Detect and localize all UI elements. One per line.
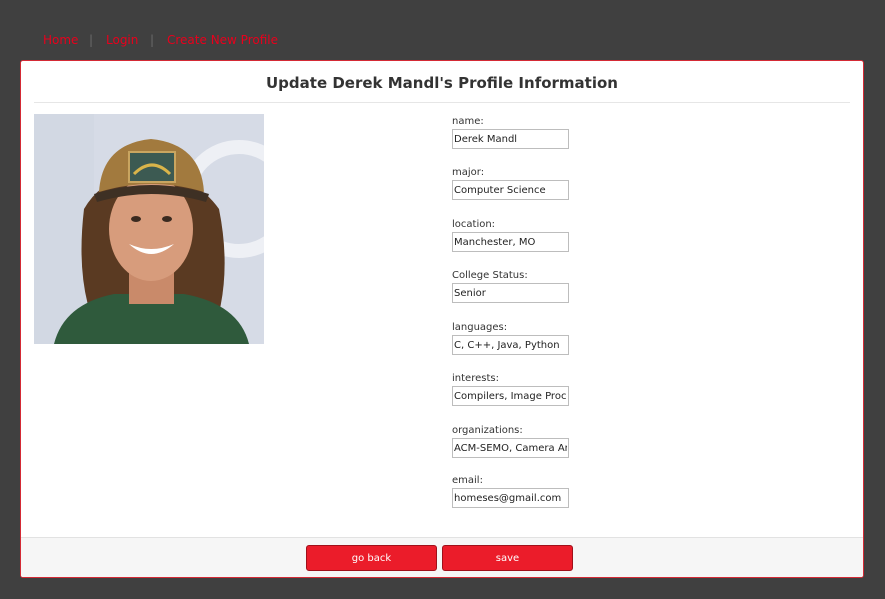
nav-separator: | bbox=[150, 33, 155, 47]
languages-field-group: languages: bbox=[452, 320, 569, 355]
profile-card: Update Derek Mandl's Profile Information bbox=[20, 60, 864, 578]
profile-photo-icon bbox=[34, 114, 264, 344]
top-navigation: Home | Login | Create New Profile bbox=[0, 0, 885, 60]
name-label: name: bbox=[452, 116, 484, 127]
name-field-group: name: bbox=[452, 114, 569, 149]
card-footer: go back save bbox=[21, 537, 863, 577]
languages-input[interactable] bbox=[452, 335, 569, 355]
name-input[interactable] bbox=[452, 129, 569, 149]
organizations-field-group: organizations: bbox=[452, 423, 569, 458]
save-button[interactable]: save bbox=[442, 545, 573, 571]
college-status-field-group: College Status: bbox=[452, 268, 569, 303]
email-input[interactable] bbox=[452, 488, 569, 508]
email-label: email: bbox=[452, 475, 483, 486]
interests-input[interactable] bbox=[452, 386, 569, 406]
nav-login-link[interactable]: Login bbox=[106, 33, 138, 47]
nav-home-link[interactable]: Home bbox=[43, 33, 78, 47]
college-status-label: College Status: bbox=[452, 270, 528, 281]
location-input[interactable] bbox=[452, 232, 569, 252]
profile-photo bbox=[34, 114, 264, 344]
interests-label: interests: bbox=[452, 373, 499, 384]
organizations-input[interactable] bbox=[452, 438, 569, 458]
location-label: location: bbox=[452, 219, 496, 230]
email-field-group: email: bbox=[452, 473, 569, 508]
major-field-group: major: bbox=[452, 165, 569, 200]
page-title: Update Derek Mandl's Profile Information bbox=[266, 74, 618, 92]
organizations-label: organizations: bbox=[452, 425, 523, 436]
nav-separator: | bbox=[89, 33, 94, 47]
go-back-button[interactable]: go back bbox=[306, 545, 437, 571]
interests-field-group: interests: bbox=[452, 371, 569, 406]
major-label: major: bbox=[452, 167, 485, 178]
college-status-input[interactable] bbox=[452, 283, 569, 303]
nav-create-profile-link[interactable]: Create New Profile bbox=[167, 33, 278, 47]
languages-label: languages: bbox=[452, 322, 508, 333]
title-divider bbox=[34, 102, 850, 103]
location-field-group: location: bbox=[452, 217, 569, 252]
major-input[interactable] bbox=[452, 180, 569, 200]
